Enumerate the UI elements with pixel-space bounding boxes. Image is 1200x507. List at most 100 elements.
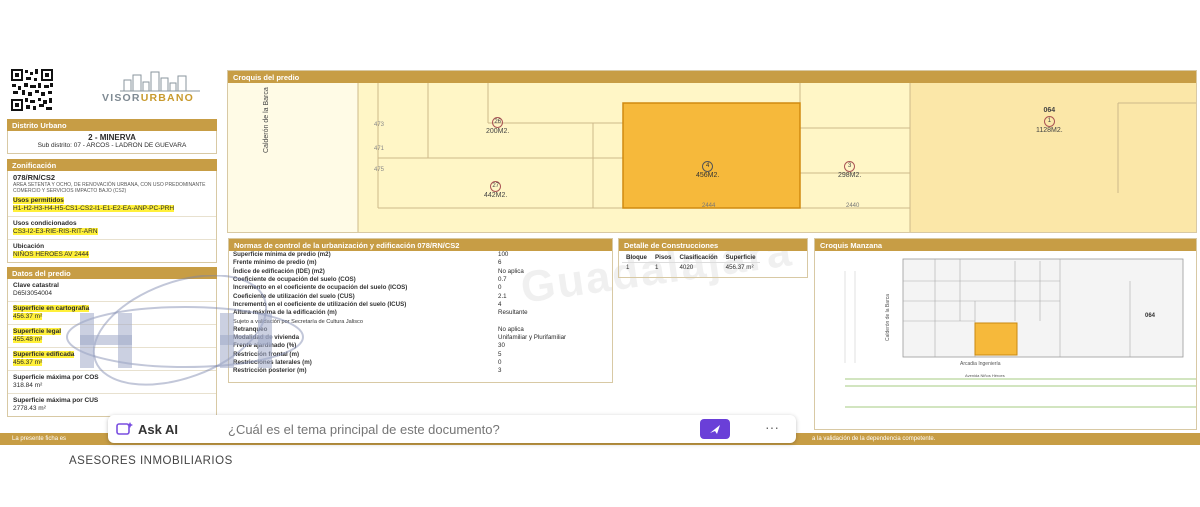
lot-3-area: 298M2. xyxy=(838,172,862,179)
usos-permitidos-value: H1-H2-H3-H4-H5-CS1-CS2-I1-E1-E2-EA-ANP-P… xyxy=(13,205,175,212)
detalle-col-superficie: Superficie xyxy=(721,253,760,263)
side-num-2: 471 xyxy=(374,146,385,152)
zonificacion-code: 078/RN/CS2 xyxy=(13,173,56,182)
manzana-street-a: Arcadia Ingeniería xyxy=(960,361,1001,367)
detalle-col-bloque: Bloque xyxy=(622,253,651,263)
footer-left: La presente ficha es xyxy=(12,436,67,442)
zonificacion-desc: AREA SETENTA Y OCHO, DE RENOVACIÓN URBAN… xyxy=(13,182,206,194)
manzana-header: Croquis Manzana xyxy=(815,239,1196,251)
detalle-table: Bloque Pisos Clasificación Superficie 1 … xyxy=(622,253,760,272)
manzana-street-v: Calderón de la Barca xyxy=(885,294,891,341)
lot-27[interactable]: 27 442M2. xyxy=(484,181,507,199)
table-row: Frente mínimo de predio (m) 6 xyxy=(229,259,612,267)
table-row: Superficie mínima de predio (m2) 100 xyxy=(229,251,612,259)
detalle-cell: 4020 xyxy=(679,264,694,271)
distrito-sub: Sub distrito: 07 - ARCOS - LADRON DE GUE… xyxy=(37,142,187,149)
sup-legal-value: 455.48 m² xyxy=(13,336,43,343)
sparkle-icon xyxy=(116,422,133,435)
normas-value: 3 xyxy=(498,367,502,375)
manzana-street-b: Avenida Niños Héroes xyxy=(965,373,1005,378)
distrito-header: Distrito Urbano xyxy=(7,119,217,131)
sup-legal-label: Superficie legal xyxy=(13,328,62,335)
usos-condicionados-value: CS3-I2-E3-RIE-RIS-RIT-ARN xyxy=(13,228,98,235)
normas-value: 4 xyxy=(498,300,502,308)
lot-1-area: 1128M2. xyxy=(1036,127,1063,134)
side-num-3: 475 xyxy=(374,167,385,173)
normas-value: No aplica xyxy=(498,325,524,333)
visor-urbano-logo: VISORURBANO xyxy=(102,70,222,110)
city-skyline-icon xyxy=(120,71,200,92)
lot-3-number: 3 xyxy=(844,161,856,172)
lot-26[interactable]: 26 200M2. xyxy=(486,117,509,135)
croquis-manzana-panel: Croquis Manzana Calderón de la Barca 064… xyxy=(814,238,1197,430)
lot-1-number: 1 xyxy=(1043,116,1055,127)
normas-value: 6 xyxy=(498,259,502,267)
block-map-svg xyxy=(815,251,1196,429)
normas-value: Resultante xyxy=(498,309,528,317)
normas-value: 5 xyxy=(498,350,502,358)
brand-name: VISORURBANO xyxy=(102,92,194,104)
street-num-2440: 2440 xyxy=(846,203,860,209)
agency-name: ASESORES INMOBILIARIOS xyxy=(69,455,233,467)
logo-row: VISORURBANO xyxy=(7,68,217,112)
ask-ai-button[interactable]: Ask AI xyxy=(116,419,178,439)
block-map[interactable]: Calderón de la Barca 064 Arcadia Ingenie… xyxy=(815,251,1196,429)
block-label: 064 xyxy=(1043,107,1056,114)
croquis-predio-panel: Croquis del predio Calderón de la Barca xyxy=(227,70,1197,233)
normas-value: 30 xyxy=(498,342,505,350)
ubicacion-label: Ubicación xyxy=(13,243,45,250)
lot-26-number: 26 xyxy=(492,117,504,128)
detalle-panel: Detalle de Construcciones Bloque Pisos C… xyxy=(618,238,808,278)
detalle-cell: 1 xyxy=(654,264,659,271)
normas-value: 0 xyxy=(498,359,502,366)
detalle-col-pisos: Pisos xyxy=(650,253,676,263)
manzana-block-label: 064 xyxy=(1145,313,1156,319)
street-num-2444: 2444 xyxy=(702,203,716,209)
lot-3[interactable]: 3 298M2. xyxy=(838,161,861,179)
brand-name-a: VISOR xyxy=(102,92,141,104)
lot-4-selected[interactable]: 4 456M2. xyxy=(696,161,719,179)
footer-right: a la validación de la dependencia compet… xyxy=(812,436,936,442)
usos-condicionados-label: Usos condicionados xyxy=(13,220,77,227)
distrito-title: 2 - MINERVA xyxy=(88,133,136,142)
normas-value: 2.1 xyxy=(498,292,507,300)
parcel-map[interactable]: Calderón de la Barca 473 471 475 26 200M… xyxy=(228,83,1196,232)
detalle-cell: 456.37 m² xyxy=(725,264,754,271)
normas-value: 0.7 xyxy=(498,276,507,284)
normas-value: 100 xyxy=(498,251,509,259)
zonificacion-header: Zonificación xyxy=(7,159,217,171)
zonificacion-body: 078/RN/CS2 AREA SETENTA Y OCHO, DE RENOV… xyxy=(7,171,217,263)
lot-4-area: 456M2. xyxy=(696,172,720,179)
usos-permitidos-label: Usos permitidos xyxy=(13,197,64,204)
brand-name-b: URBANO xyxy=(140,92,194,104)
normas-value: Unifamiliar y Plurifamiliar xyxy=(498,334,567,342)
normas-key: Frente mínimo de predio (m) xyxy=(233,259,317,267)
normas-header: Normas de control de la urbanización y e… xyxy=(229,239,612,251)
side-num-1: 473 xyxy=(374,122,385,128)
send-icon xyxy=(710,425,720,434)
normas-value: 0 xyxy=(498,284,502,292)
lot-26-area: 200M2. xyxy=(486,128,510,135)
ask-ai-input[interactable] xyxy=(228,419,668,439)
detalle-cell: 1 xyxy=(626,264,630,271)
lot-27-area: 442M2. xyxy=(484,192,508,199)
ask-ai-bar: Ask AI xyxy=(108,415,796,443)
sup-edif-value: 456.37 m² xyxy=(13,359,43,366)
table-row: 1 1 4020 456.37 m² xyxy=(622,263,760,273)
detalle-col-clasificacion: Clasificación xyxy=(675,253,722,263)
sup-cus-value: 2778.43 m² xyxy=(13,405,46,412)
send-button[interactable] xyxy=(700,419,730,439)
distrito-body: 2 - MINERVA Sub distrito: 07 - ARCOS - L… xyxy=(7,131,217,154)
more-options-button[interactable]: ··· xyxy=(762,419,782,439)
sup-carto-value: 456.37 m² xyxy=(13,313,43,320)
detalle-header: Detalle de Construcciones xyxy=(619,239,807,251)
parcel-map-svg xyxy=(228,83,1196,232)
street-label-calderon: Calderón de la Barca xyxy=(263,87,270,153)
hh-logo-watermark xyxy=(66,275,304,386)
normas-value: No aplica xyxy=(498,267,524,275)
lot-1[interactable]: 064 1 1128M2. xyxy=(1036,107,1063,134)
lot-27-number: 27 xyxy=(490,181,502,192)
croquis-predio-header: Croquis del predio xyxy=(228,71,1196,83)
lot-4-number: 4 xyxy=(702,161,714,172)
qr-code xyxy=(10,68,54,112)
